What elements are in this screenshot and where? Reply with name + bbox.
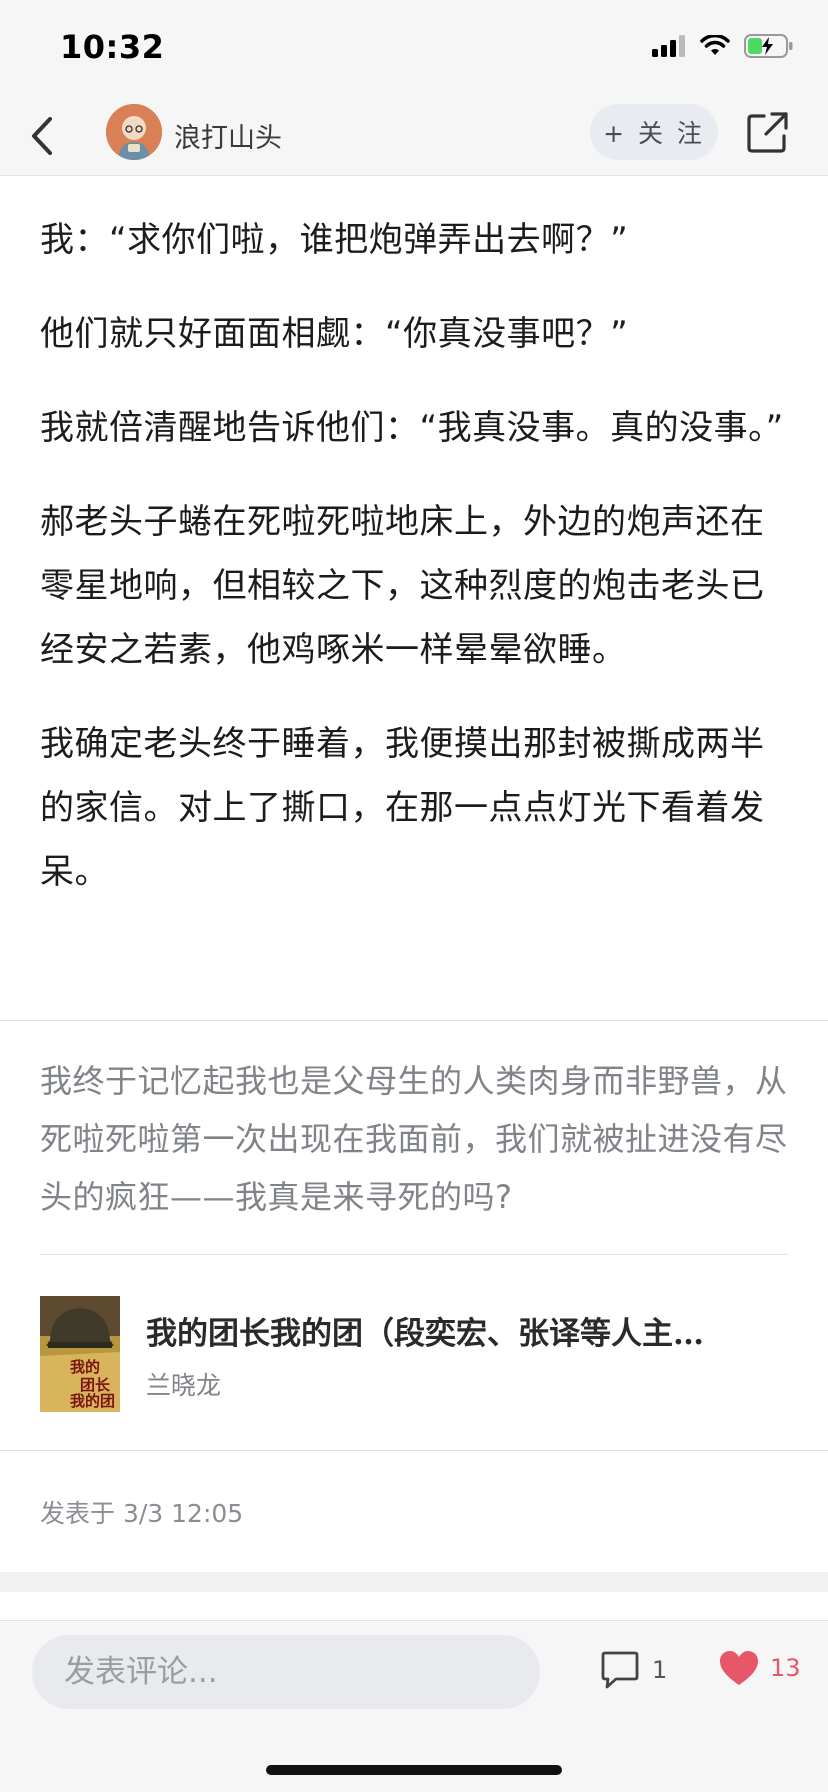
status-icons — [652, 34, 794, 58]
comment-count: 1 — [652, 1656, 668, 1684]
nav-bar: 浪打山头 + 关 注 — [0, 96, 828, 176]
screen: 10:32 浪打山头 + 关 注 我：“求你们啦，谁把炮弹弄出去啊？” 他们就只… — [0, 0, 828, 1792]
like-button[interactable]: 13 — [718, 1649, 801, 1687]
section-gap — [0, 1572, 828, 1592]
book-cover-art-icon: 我的 团长 我的团 — [40, 1296, 120, 1412]
avatar[interactable] — [106, 104, 162, 160]
comment-button[interactable]: 1 — [600, 1651, 667, 1689]
back-button[interactable] — [18, 112, 66, 160]
book-title: 我的团长我的团（段奕宏、张译等人主… — [146, 1316, 704, 1352]
heart-icon — [720, 1651, 758, 1685]
bottom-bar: 1 13 — [0, 1620, 828, 1792]
article-paragraph: 我确定老头终于睡着，我便摸出那封被撕成两半的家信。对上了撕口，在那一点点灯光下看… — [40, 724, 765, 892]
article-paragraph: 我：“求你们啦，谁把炮弹弄出去啊？” — [40, 220, 629, 260]
cellular-signal-icon — [652, 35, 685, 57]
avatar-illustration-icon — [106, 104, 162, 160]
share-button[interactable] — [744, 108, 792, 156]
book-cover: 我的 团长 我的团 — [40, 1296, 120, 1412]
book-author: 兰晓龙 — [146, 1371, 222, 1400]
home-indicator — [266, 1765, 562, 1775]
like-count: 13 — [770, 1654, 801, 1682]
comment-bubble-icon — [601, 1651, 639, 1689]
chevron-left-icon — [32, 117, 52, 155]
divider — [0, 1450, 828, 1451]
article-paragraph: 他们就只好面面相觑：“你真没事吧？” — [40, 314, 629, 354]
divider — [40, 1254, 788, 1255]
battery-charging-icon — [744, 34, 793, 58]
publish-time: 发表于 3/3 12:05 — [40, 1499, 244, 1528]
status-bar: 10:32 — [0, 0, 828, 96]
book-quote: 我终于记忆起我也是父母生的人类肉身而非野兽，从死啦死啦第一次出现在我面前，我们就… — [40, 1062, 788, 1216]
comment-input[interactable] — [32, 1635, 540, 1709]
article-body: 我：“求你们啦，谁把炮弹弄出去啊？” 他们就只好面面相觑：“你真没事吧？” 我就… — [40, 176, 788, 904]
share-external-icon — [747, 112, 788, 153]
status-time: 10:32 — [60, 28, 165, 66]
article-paragraph: 郝老头子蜷在死啦死啦地床上，外边的炮声还在零星地响，但相较之下，这种烈度的炮击老… — [40, 502, 765, 670]
divider — [0, 1020, 828, 1021]
book-card[interactable]: 我的 团长 我的团 我的团长我的团（段奕宏、张译等人主… 兰晓龙 — [40, 1296, 788, 1412]
article-paragraph: 我就倍清醒地告诉他们：“我真没事。真的没事。” — [40, 408, 784, 448]
svg-text:我的团: 我的团 — [70, 1392, 115, 1410]
author-name[interactable]: 浪打山头 — [174, 116, 282, 155]
svg-text:我的: 我的 — [70, 1358, 100, 1376]
follow-button[interactable]: + 关 注 — [590, 104, 718, 160]
wifi-icon — [700, 35, 730, 55]
